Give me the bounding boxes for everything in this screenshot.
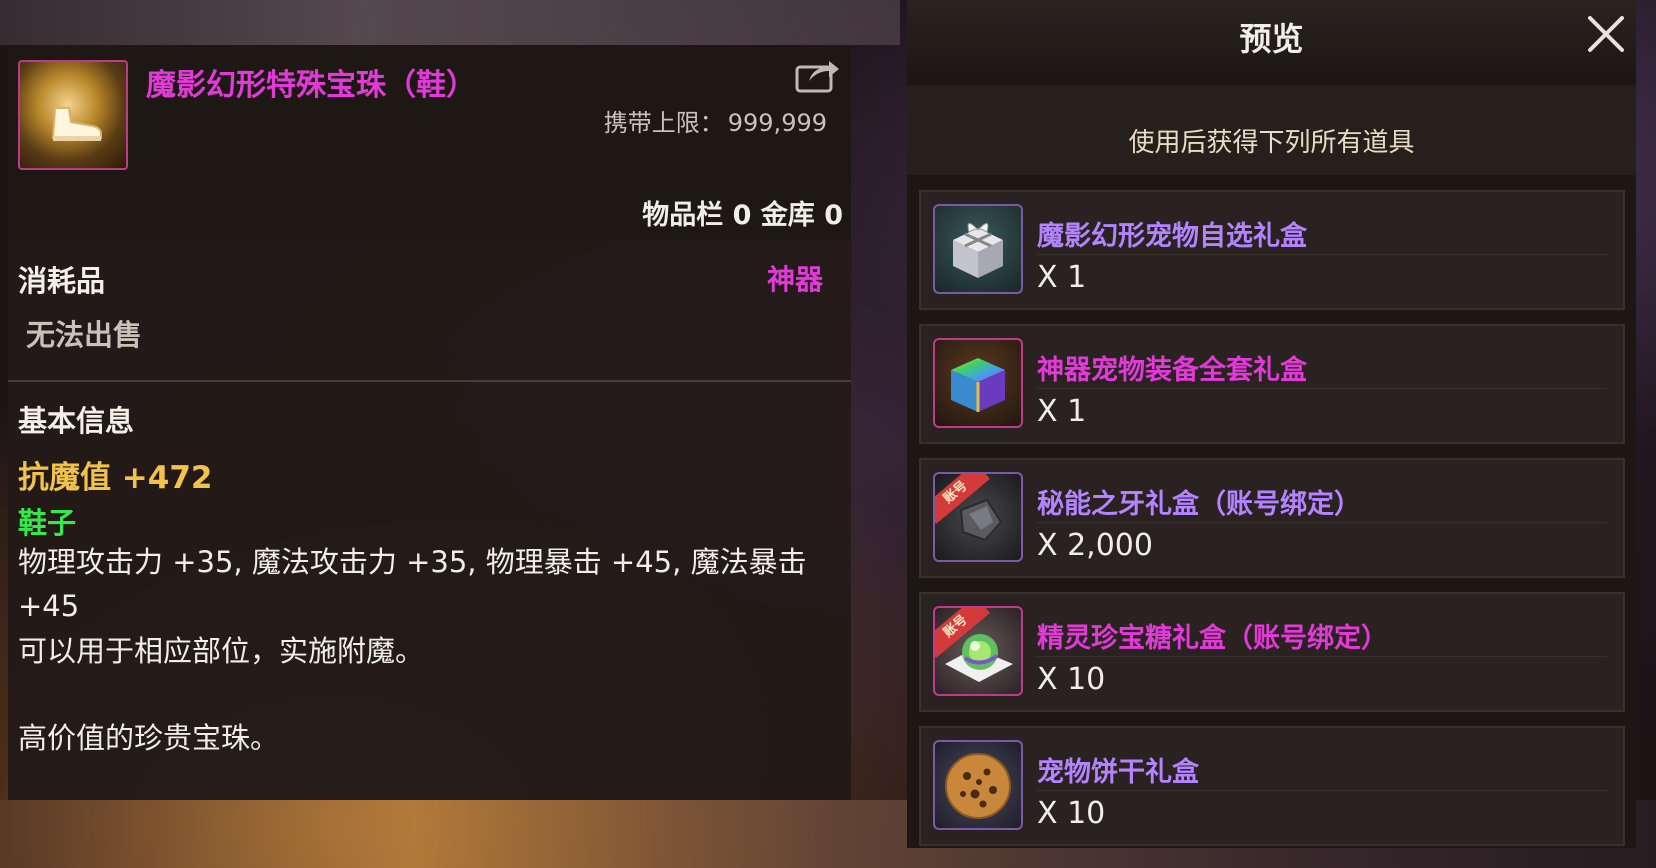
item-usage: 可以用于相应部位，实施附魔。	[18, 634, 425, 668]
reward-name: 宠物饼干礼盒	[1037, 757, 1199, 788]
reward-qty: X 1	[1037, 394, 1087, 429]
divider	[1037, 656, 1607, 657]
divider	[8, 380, 851, 382]
item-category: 消耗品	[18, 264, 106, 298]
reward-qty: X 1	[1037, 260, 1087, 295]
cookie-icon	[933, 740, 1023, 830]
equip-slot: 鞋子	[18, 506, 77, 540]
close-icon[interactable]	[1584, 12, 1628, 56]
gold-shoe-orb-icon	[18, 60, 128, 170]
reward-qty: X 10	[1037, 662, 1106, 697]
rainbow-box-icon	[933, 338, 1023, 428]
carry-limit-label: 携带上限：	[603, 109, 724, 137]
share-icon[interactable]	[793, 55, 841, 95]
basic-info-heading: 基本信息	[18, 404, 135, 438]
item-tooltip: 魔影幻形特殊宝珠（鞋） 携带上限： 999,999 物品栏 0 金库 0 消耗品 …	[8, 45, 851, 800]
divider	[1037, 790, 1607, 791]
resist-value: 抗魔值 +472	[18, 460, 213, 496]
reward-item[interactable]: 神器宠物装备全套礼盒 X 1	[919, 324, 1625, 444]
item-tooltip-header: 魔影幻形特殊宝珠（鞋） 携带上限： 999,999 物品栏 0 金库 0	[8, 45, 851, 240]
divider	[1037, 254, 1607, 255]
divider	[1037, 388, 1607, 389]
reward-item[interactable]: 魔影幻形宠物自选礼盒 X 1	[919, 190, 1625, 310]
divider	[1037, 522, 1607, 523]
storage-count: 物品栏 0 金库 0	[642, 200, 843, 231]
gift-box-icon	[933, 204, 1023, 294]
background-top	[0, 0, 900, 45]
preview-subtitle: 使用后获得下列所有道具	[1128, 128, 1415, 158]
reward-qty: X 10	[1037, 796, 1106, 831]
stone-fang-icon: 账号	[933, 472, 1023, 562]
reward-qty: X 2,000	[1037, 528, 1153, 563]
item-tooltip-body: 消耗品 神器 无法出售 基本信息 抗魔值 +472 鞋子 物理攻击力 +35, …	[8, 240, 851, 800]
preview-panel: 预览 使用后获得下列所有道具 魔影幻形宠物自选礼盒 X 1 神器宠物装备全套礼盒…	[907, 0, 1636, 848]
reward-item[interactable]: 账号 秘能之牙礼盒（账号绑定） X 2,000	[919, 458, 1625, 578]
reward-name: 秘能之牙礼盒（账号绑定）	[1037, 489, 1361, 520]
reward-item[interactable]: 账号 精灵珍宝糖礼盒（账号绑定） X 10	[919, 592, 1625, 712]
item-stats: 物理攻击力 +35, 魔法攻击力 +35, 物理暴击 +45, 魔法暴击 +45	[18, 545, 807, 623]
sell-status: 无法出售	[26, 318, 143, 352]
carry-limit: 携带上限： 999,999	[604, 103, 827, 138]
item-name: 魔影幻形特殊宝珠（鞋）	[146, 68, 476, 103]
carry-limit-value: 999,999	[727, 109, 827, 137]
item-description: 高价值的珍贵宝珠。	[18, 721, 280, 755]
item-rarity: 神器	[766, 263, 823, 296]
preview-title: 预览	[1239, 20, 1304, 58]
reward-list: 魔影幻形宠物自选礼盒 X 1 神器宠物装备全套礼盒 X 1 账号 秘能之牙礼盒（…	[919, 190, 1625, 860]
reward-name: 精灵珍宝糖礼盒（账号绑定）	[1037, 623, 1388, 654]
reward-item[interactable]: 宠物饼干礼盒 X 10	[919, 726, 1625, 846]
candy-orb-icon: 账号	[933, 606, 1023, 696]
reward-name: 魔影幻形宠物自选礼盒	[1037, 221, 1307, 252]
reward-name: 神器宠物装备全套礼盒	[1037, 355, 1307, 386]
